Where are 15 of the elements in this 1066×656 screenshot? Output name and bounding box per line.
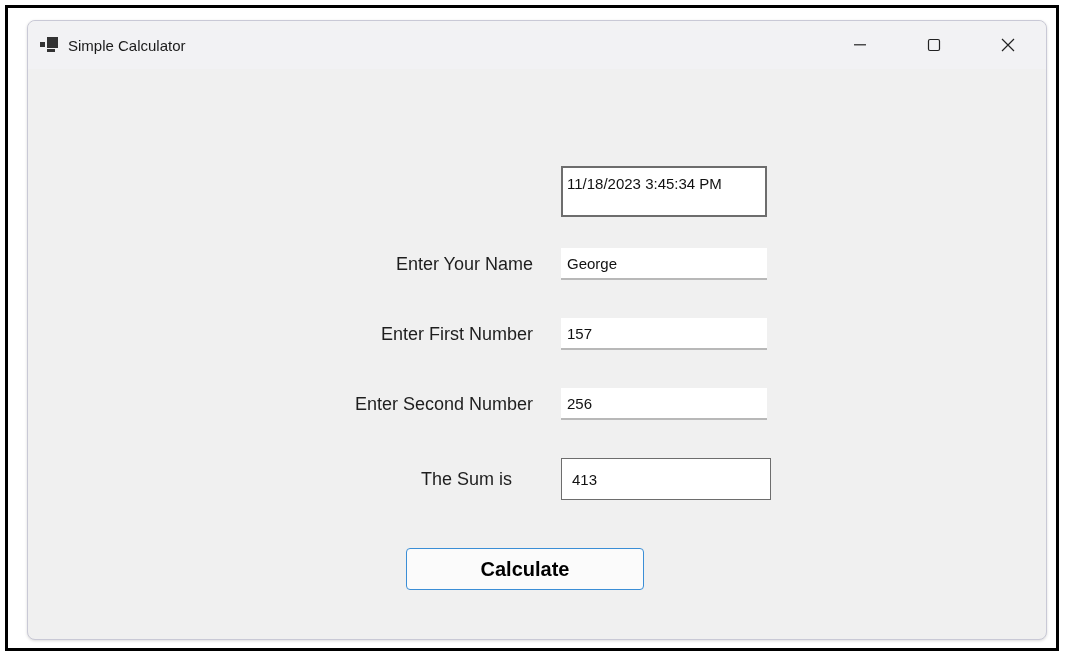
input-field[interactable]: 157 (561, 318, 767, 350)
maximize-icon (926, 37, 942, 53)
input-field[interactable]: 256 (561, 388, 767, 420)
window-title: Simple Calculator (68, 36, 187, 54)
field-label: Enter First Number (379, 323, 534, 345)
calculate-button[interactable]: Calculate (406, 548, 644, 590)
input-field[interactable]: George (561, 248, 767, 280)
result-field[interactable]: 413 (561, 458, 771, 500)
field-label: Enter Second Number (353, 393, 534, 415)
minimize-icon (854, 44, 866, 46)
close-icon (1000, 37, 1016, 53)
field-label: Enter Your Name (394, 253, 534, 275)
app-icon (40, 37, 58, 53)
datetime-box[interactable]: 11/18/2023 3:45:34 PM (561, 166, 767, 217)
field-label: The Sum is (419, 468, 513, 490)
